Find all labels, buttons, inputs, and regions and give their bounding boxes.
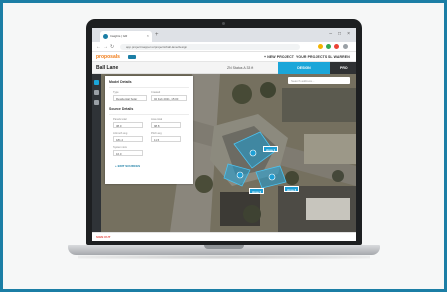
address-bar: ← → ↻ app.projectmapper.io/projects/ball… [92, 42, 356, 52]
pitch-field[interactable]: 11.5 [151, 136, 181, 142]
webcam [222, 22, 225, 25]
project-title: Ball Lane [96, 65, 119, 71]
created-field[interactable]: 02 Feb 2021, 15:00 [151, 95, 187, 101]
ruler-icon[interactable] [94, 100, 99, 105]
area-label-2[interactable]: Area 2 [249, 188, 265, 194]
star-icon[interactable] [318, 44, 323, 49]
area-label-3[interactable]: Area 3 [284, 186, 300, 192]
extension-icon[interactable] [326, 44, 331, 49]
field-label: Created [151, 91, 161, 94]
app-header: proposals + NEW PROJECT YOUR PROJECTS SL… [92, 52, 356, 62]
pin-icon[interactable] [94, 90, 99, 95]
tool-sidebar [92, 74, 101, 232]
map-workspace: Search address... Area 1 Area 2 Area 3 M… [92, 74, 356, 232]
profile-icon[interactable] [334, 44, 339, 49]
panel-section-title: Model Details [109, 80, 132, 84]
new-tab-icon[interactable]: + [155, 32, 159, 38]
your-projects-link[interactable]: YOUR PROJECTS [296, 55, 327, 59]
map-search-input[interactable]: Search address... [288, 77, 350, 84]
laptop-lid: Insights | GR × + – □ × ← → ↻ app.projec… [86, 19, 362, 245]
field-label: Area total [151, 118, 163, 121]
forward-icon[interactable]: → [103, 44, 108, 50]
maximize-icon[interactable]: □ [338, 31, 341, 37]
divider [109, 114, 189, 115]
field-label: Azimuth avg [113, 132, 128, 135]
tab-next[interactable]: PRO [330, 62, 356, 74]
app-logo[interactable]: proposals [96, 54, 120, 60]
reload-icon[interactable]: ↻ [110, 44, 114, 50]
azimuth-field[interactable]: 181.2 [113, 136, 143, 142]
project-bar: Ball Lane ZN Status A 33 ft DESIGN PRO [92, 62, 356, 74]
system-size-field[interactable]: 16.0 [113, 150, 143, 156]
favicon-icon [103, 34, 108, 39]
menu-icon[interactable] [343, 44, 348, 49]
field-label: Panels total [113, 118, 127, 121]
laptop-screen: Insights | GR × + – □ × ← → ↻ app.projec… [92, 28, 356, 241]
account-link[interactable]: SL WARREN [328, 55, 350, 59]
new-project-link[interactable]: + NEW PROJECT [264, 55, 294, 59]
sign-out-link[interactable]: SIGN OUT [96, 235, 111, 239]
tab-design[interactable]: DESIGN [278, 62, 330, 74]
area-label-1[interactable]: Area 1 [263, 146, 279, 152]
details-panel: Model Details Type Residential Solar Cre… [105, 76, 193, 184]
minimize-icon[interactable]: – [329, 31, 332, 37]
divider [109, 87, 189, 88]
window-close-icon[interactable]: × [347, 31, 350, 37]
tab-close-icon[interactable]: × [147, 33, 149, 38]
logo-badge [128, 55, 136, 59]
field-label: System size [113, 146, 127, 149]
edit-sources-link[interactable]: + EDIT SOURCES [115, 164, 140, 168]
field-label: Type [113, 91, 119, 94]
area-total-field[interactable]: 98.8 [151, 122, 181, 128]
laptop-notch [204, 245, 244, 249]
laptop-base [68, 245, 380, 255]
window-controls: – □ × [329, 31, 350, 37]
field-label: Pitch avg [151, 132, 162, 135]
project-status: ZN Status A 33 ft [227, 66, 254, 70]
back-icon[interactable]: ← [96, 44, 101, 50]
type-field[interactable]: Residential Solar [113, 95, 147, 101]
browser-tab-title: Insights | GR [110, 34, 128, 38]
panels-total-field[interactable]: 38.0 [113, 122, 143, 128]
browser-tab[interactable]: Insights | GR × [100, 31, 152, 42]
browser-tab-bar: Insights | GR × + – □ × [92, 28, 356, 42]
layers-icon[interactable] [94, 80, 99, 85]
app-footer: SIGN OUT [92, 232, 356, 241]
panel-section-title: Source Details [109, 107, 134, 111]
laptop-shadow [78, 255, 370, 259]
url-field[interactable]: app.projectmapper.io/projects/ball-lane/… [120, 44, 300, 50]
